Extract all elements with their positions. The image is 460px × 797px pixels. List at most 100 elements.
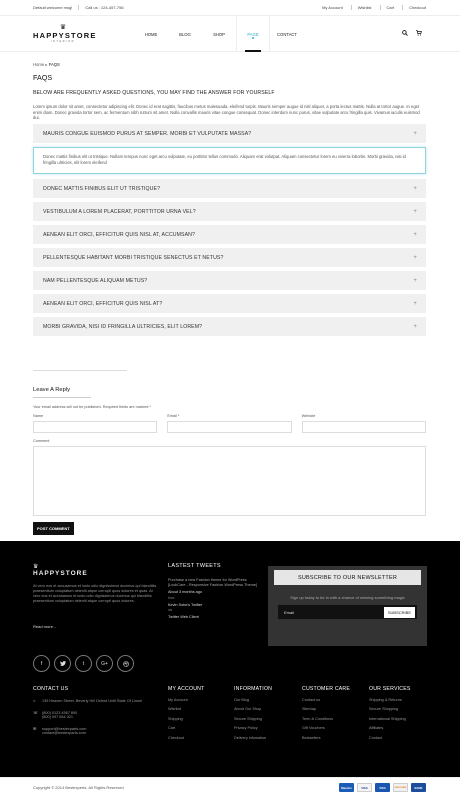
- top-link-wishlist[interactable]: Wishlist: [350, 5, 372, 10]
- footer-link[interactable]: Term & Conditions: [302, 717, 350, 721]
- footer-link[interactable]: Contact: [369, 736, 411, 740]
- name-field[interactable]: [33, 421, 158, 434]
- google-plus-icon[interactable]: G+: [96, 655, 113, 672]
- footer-link[interactable]: Sitemap: [302, 707, 350, 711]
- newsletter-title: SUBSCRIBE TO OUR NEWSLETTER: [274, 570, 421, 585]
- newsletter-email-input[interactable]: Email: [284, 610, 294, 615]
- tweet-from-label: from: [168, 595, 175, 600]
- top-link-cart[interactable]: Cart: [379, 5, 394, 10]
- faq-item[interactable]: PELLENTESQUE HABITANT MORBI TRISTIQUE SE…: [33, 248, 426, 268]
- faq-item[interactable]: VESTIBULUM A LOREM PLACERAT, PORTTITOR U…: [33, 202, 426, 222]
- my-account-column: MY ACCOUNT My Account Wishlist Shipping …: [168, 686, 205, 740]
- footer-link[interactable]: Contact us: [302, 698, 350, 702]
- footer-link[interactable]: Shipping: [168, 717, 205, 721]
- page-title: FAQS: [33, 73, 53, 82]
- footer-link[interactable]: Secure Shipping: [234, 717, 272, 721]
- tweet-via[interactable]: Twitter Web Client: [168, 615, 260, 620]
- top-link-my-account[interactable]: My Account: [316, 5, 343, 10]
- footer-about: At vero eos et accusamus et iusto odio d…: [33, 584, 157, 604]
- footer-logo[interactable]: ♛ HAPPYSTORE: [33, 564, 93, 577]
- logo[interactable]: ♛ HAPPYSTORE INTERIOR: [33, 24, 97, 43]
- column-title: INFORMATION: [234, 686, 273, 692]
- footer-link[interactable]: Bestsellers: [302, 736, 350, 740]
- intro-text: Lorem ipsum dolor sit amet, consectetur …: [33, 104, 420, 121]
- email-addresses[interactable]: support@bestexparts.com contact@bestexpa…: [42, 727, 86, 736]
- footer-link[interactable]: Wishlist: [168, 707, 205, 711]
- nav-home[interactable]: HOME: [134, 16, 168, 52]
- twitter-icon[interactable]: [54, 655, 71, 672]
- latest-tweets: LASTEST TWEETS Purchase a new Fashion th…: [168, 563, 260, 620]
- logo-name: HAPPYSTORE: [33, 30, 97, 40]
- footer: ♛ HAPPYSTORE At vero eos et accusamus et…: [0, 541, 460, 777]
- reply-note: Your email address will not be published…: [33, 405, 151, 410]
- copyright-bar: Copyright © 2014 Bestexperts. All Rights…: [0, 777, 460, 797]
- footer-link[interactable]: Cart: [168, 726, 205, 730]
- plus-icon[interactable]: +: [413, 301, 417, 307]
- footer-link[interactable]: About Our Shop: [234, 707, 272, 711]
- faq-accordion: MAURIS CONGUE EUISMOD PURUS AT SEMPER. M…: [33, 124, 426, 337]
- footer-link[interactable]: Checkout: [168, 736, 205, 740]
- subscribe-button[interactable]: SUBSCRIBE: [383, 606, 415, 618]
- footer-link[interactable]: Delivery infomation: [234, 736, 272, 740]
- nav-shop[interactable]: SHOP: [202, 16, 236, 52]
- cart-icon[interactable]: [416, 30, 422, 38]
- faq-question: MAURIS CONGUE EUISMOD PURUS AT SEMPER. M…: [43, 130, 252, 137]
- faq-question: NAM PELLENTESQUE ALIQUAM METUS?: [43, 277, 148, 284]
- phone-text: Call us : 124-457-756: [78, 5, 124, 10]
- faq-answer: Donec mattis finibus elit ut tristique. …: [33, 147, 426, 175]
- footer-link[interactable]: Secure Shopping: [369, 707, 411, 711]
- faq-question: PELLENTESQUE HABITANT MORBI TRISTIQUE SE…: [43, 254, 224, 261]
- faq-item[interactable]: NAM PELLENTESQUE ALIQUAM METUS? +: [33, 271, 426, 291]
- plus-icon[interactable]: +: [413, 186, 417, 192]
- comment-field[interactable]: [33, 446, 426, 517]
- column-title: MY ACCOUNT: [168, 686, 205, 692]
- footer-link[interactable]: My Account: [168, 698, 205, 702]
- footer-logo-name: HAPPYSTORE: [33, 570, 88, 577]
- faq-item[interactable]: DONEC MATTIS FINIBUS ELIT UT TRISTIQUE? …: [33, 179, 426, 199]
- our-services-column: OUR SERVICES Shipping & Returns Secure S…: [369, 686, 411, 740]
- tweet-text[interactable]: Purchase a new Fashion theme for WordPre…: [168, 578, 260, 588]
- read-more-link[interactable]: Read more...: [33, 624, 56, 629]
- social-links: f t G+: [33, 655, 134, 672]
- footer-link[interactable]: Gift Vouchers: [302, 726, 350, 730]
- newsletter-form: Email SUBSCRIBE: [278, 605, 417, 619]
- post-comment-button[interactable]: POST COMMENT: [33, 522, 74, 536]
- breadcrumb-current: FAQS: [48, 62, 60, 67]
- mail-icon: ✉: [33, 725, 37, 731]
- dribbble-icon[interactable]: [117, 655, 134, 672]
- faq-item[interactable]: AENEAN ELIT ORCI, EFFICITUR QUIS NISL AT…: [33, 294, 426, 314]
- customer-care-column: CUSTOMER CARE Contact us Sitemap Term & …: [302, 686, 350, 740]
- website-field[interactable]: [301, 421, 426, 434]
- footer-link[interactable]: Affiliates: [369, 726, 411, 730]
- faq-item-open[interactable]: MAURIS CONGUE EUISMOD PURUS AT SEMPER. M…: [33, 124, 426, 144]
- header: ♛ HAPPYSTORE INTERIOR HOME BLOG SHOP PAG…: [0, 16, 460, 52]
- plus-icon[interactable]: +: [413, 209, 417, 215]
- nav-blog[interactable]: BLOG: [168, 16, 202, 52]
- email-label: Email *: [167, 414, 180, 419]
- plus-icon[interactable]: +: [413, 278, 417, 284]
- faq-item[interactable]: MORBI GRAVIDA, NISI ID FRINGILLA ULTRICI…: [33, 317, 426, 337]
- newsletter-text: Sign up today to be in with a chance of …: [290, 595, 405, 600]
- faq-item[interactable]: AENEAN ELIT ORCI, EFFICITUR QUIS NISL AT…: [33, 225, 426, 245]
- nav-contact[interactable]: CONTACT: [270, 16, 304, 52]
- facebook-icon[interactable]: f: [33, 655, 50, 672]
- email-field[interactable]: [167, 421, 292, 434]
- footer-link[interactable]: Privacy Policy: [234, 726, 272, 730]
- column-title: OUR SERVICES: [369, 686, 411, 692]
- tumblr-icon[interactable]: t: [75, 655, 92, 672]
- top-link-checkout[interactable]: Checkout: [402, 5, 426, 10]
- search-icon[interactable]: [402, 30, 408, 38]
- location-icon: ⌂: [33, 698, 36, 703]
- intro-heading: BELOW ARE FREQUENTLY ASKED QUESTIONS, YO…: [33, 90, 275, 96]
- nav-page[interactable]: PAGE: [236, 16, 270, 52]
- plus-icon[interactable]: +: [413, 131, 417, 137]
- plus-icon[interactable]: +: [413, 255, 417, 261]
- plus-icon[interactable]: +: [413, 232, 417, 238]
- phone-icon: ☏: [33, 709, 39, 715]
- footer-link[interactable]: Shipping & Returns: [369, 698, 411, 702]
- plus-icon[interactable]: +: [413, 324, 417, 330]
- footer-link[interactable]: Our Blog: [234, 698, 272, 702]
- footer-link[interactable]: International Shipping: [369, 717, 411, 721]
- payment-cards: Maestro VISA VISA DISCOVER BANK: [339, 783, 426, 792]
- breadcrumb-home[interactable]: Home: [33, 62, 44, 67]
